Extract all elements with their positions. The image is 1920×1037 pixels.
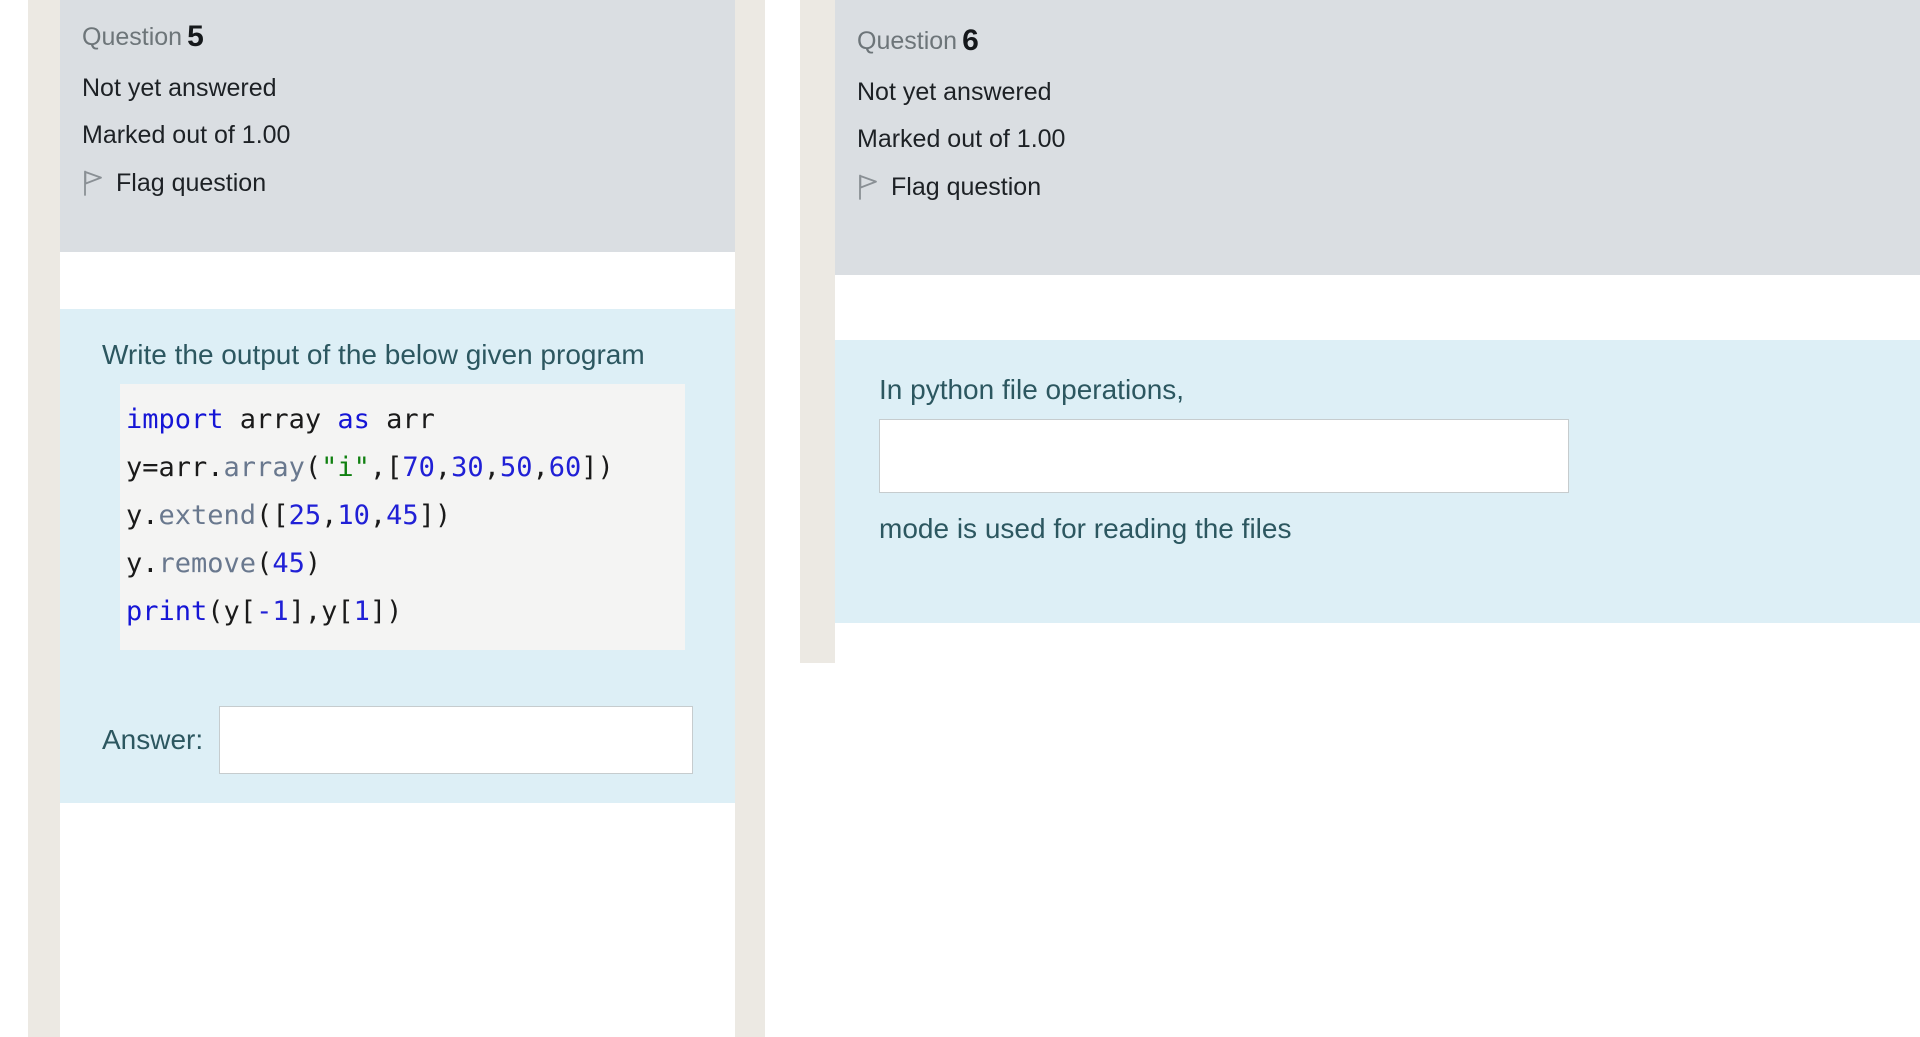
code-token: remove (158, 548, 257, 579)
code-token: ]) (369, 596, 403, 627)
code-token: extend (158, 500, 257, 531)
question-content-q5: Write the output of the below given prog… (60, 309, 735, 803)
header-content-gap-q6 (835, 275, 1920, 340)
code-token: ]) (418, 500, 452, 531)
question-number-value-q5: 5 (187, 20, 204, 53)
code-line: import array as arr (126, 396, 685, 444)
question-marks-q6: Marked out of 1.00 (857, 125, 1066, 153)
question-panel-6: Question 6 Not yet answered Marked out of… (800, 0, 1920, 1037)
question-number-label-q5: Question (82, 23, 183, 51)
blank-answer-input-q6[interactable] (879, 419, 1569, 493)
code-token: 10 (337, 500, 370, 531)
panel-left-strip-q5 (28, 0, 60, 1037)
code-token: print (126, 596, 208, 627)
code-token: 1 (353, 596, 370, 627)
code-token: , (483, 452, 500, 483)
code-token: array (223, 404, 338, 435)
question-number-label-q6: Question (857, 27, 958, 55)
question-header-q5: Question 5 Not yet answered Marked out of… (60, 0, 735, 252)
question-number-line-q5: Question 5 (82, 22, 711, 52)
code-token: y. (126, 548, 159, 579)
code-line: y=arr.array("i",[70,30,50,60]) (126, 444, 685, 492)
question-marks-q5: Marked out of 1.00 (82, 121, 291, 149)
code-token: ( (256, 548, 273, 579)
code-token: 30 (451, 452, 484, 483)
code-token: ]) (581, 452, 614, 483)
panel-right-strip-q5 (735, 0, 765, 1037)
question-prompt-before-q6: In python file operations, (879, 374, 1185, 405)
flag-outline-icon (84, 170, 102, 196)
code-token: ( (304, 452, 322, 483)
question-body-column-q5: Question 5 Not yet answered Marked out of… (60, 0, 735, 1037)
answer-row-q5: Answer: (102, 706, 735, 774)
code-token: 50 (499, 452, 533, 483)
flag-question-button-q6[interactable]: Flag question (857, 174, 1896, 200)
code-token: import (126, 404, 224, 435)
question-prompt-after-q6: mode is used for reading the files (879, 513, 1292, 544)
code-token: array (223, 452, 305, 483)
code-token: "i" (321, 452, 370, 483)
flag-outline-icon (859, 174, 877, 200)
code-line: y.remove(45) (126, 540, 685, 588)
code-token: ([ (256, 500, 289, 531)
code-token: 45 (386, 500, 419, 531)
code-token: y. (126, 500, 159, 531)
code-token: , (369, 500, 387, 531)
code-line: y.extend([25,10,45]) (126, 492, 685, 540)
question-prompt-q5: Write the output of the below given prog… (102, 339, 645, 370)
flag-question-label-q6: Flag question (891, 172, 1042, 201)
answer-input-q5[interactable] (219, 706, 694, 774)
code-token: 60 (548, 452, 582, 483)
code-block-q5: import array as arr y=arr.array("i",[70,3… (120, 384, 685, 650)
question-content-q6: In python file operations, mode is used … (835, 340, 1920, 623)
question-body-column-q6: Question 6 Not yet answered Marked out of… (835, 0, 1920, 1037)
flag-question-label-q5: Flag question (116, 168, 267, 197)
code-token: , (532, 452, 549, 483)
code-token: 25 (288, 500, 322, 531)
code-token: 70 (402, 452, 435, 483)
question-panel-5: Question 5 Not yet answered Marked out of… (28, 0, 765, 1037)
question-status-q6: Not yet answered (857, 78, 1052, 106)
question-status-q5: Not yet answered (82, 74, 277, 102)
flag-question-button-q5[interactable]: Flag question (82, 170, 711, 196)
code-line: print(y[-1],y[1]) (126, 588, 685, 636)
panel-left-strip-q6 (800, 0, 835, 663)
code-token: ,[ (369, 452, 403, 483)
code-token: y=arr. (126, 452, 224, 483)
code-token: ],y[ (288, 596, 354, 627)
code-token: as (337, 404, 370, 435)
code-token: (y[ (207, 596, 257, 627)
answer-label-q5: Answer: (102, 724, 204, 755)
question-number-line-q6: Question 6 (857, 26, 1896, 56)
code-token: -1 (256, 596, 289, 627)
code-token: , (321, 500, 338, 531)
question-header-q6: Question 6 Not yet answered Marked out of… (835, 0, 1920, 275)
code-token: arr (369, 404, 435, 435)
question-number-value-q6: 6 (962, 24, 979, 57)
code-token: 45 (272, 548, 305, 579)
code-token: ) (304, 548, 322, 579)
header-content-gap-q5 (60, 252, 735, 309)
code-token: , (434, 452, 452, 483)
